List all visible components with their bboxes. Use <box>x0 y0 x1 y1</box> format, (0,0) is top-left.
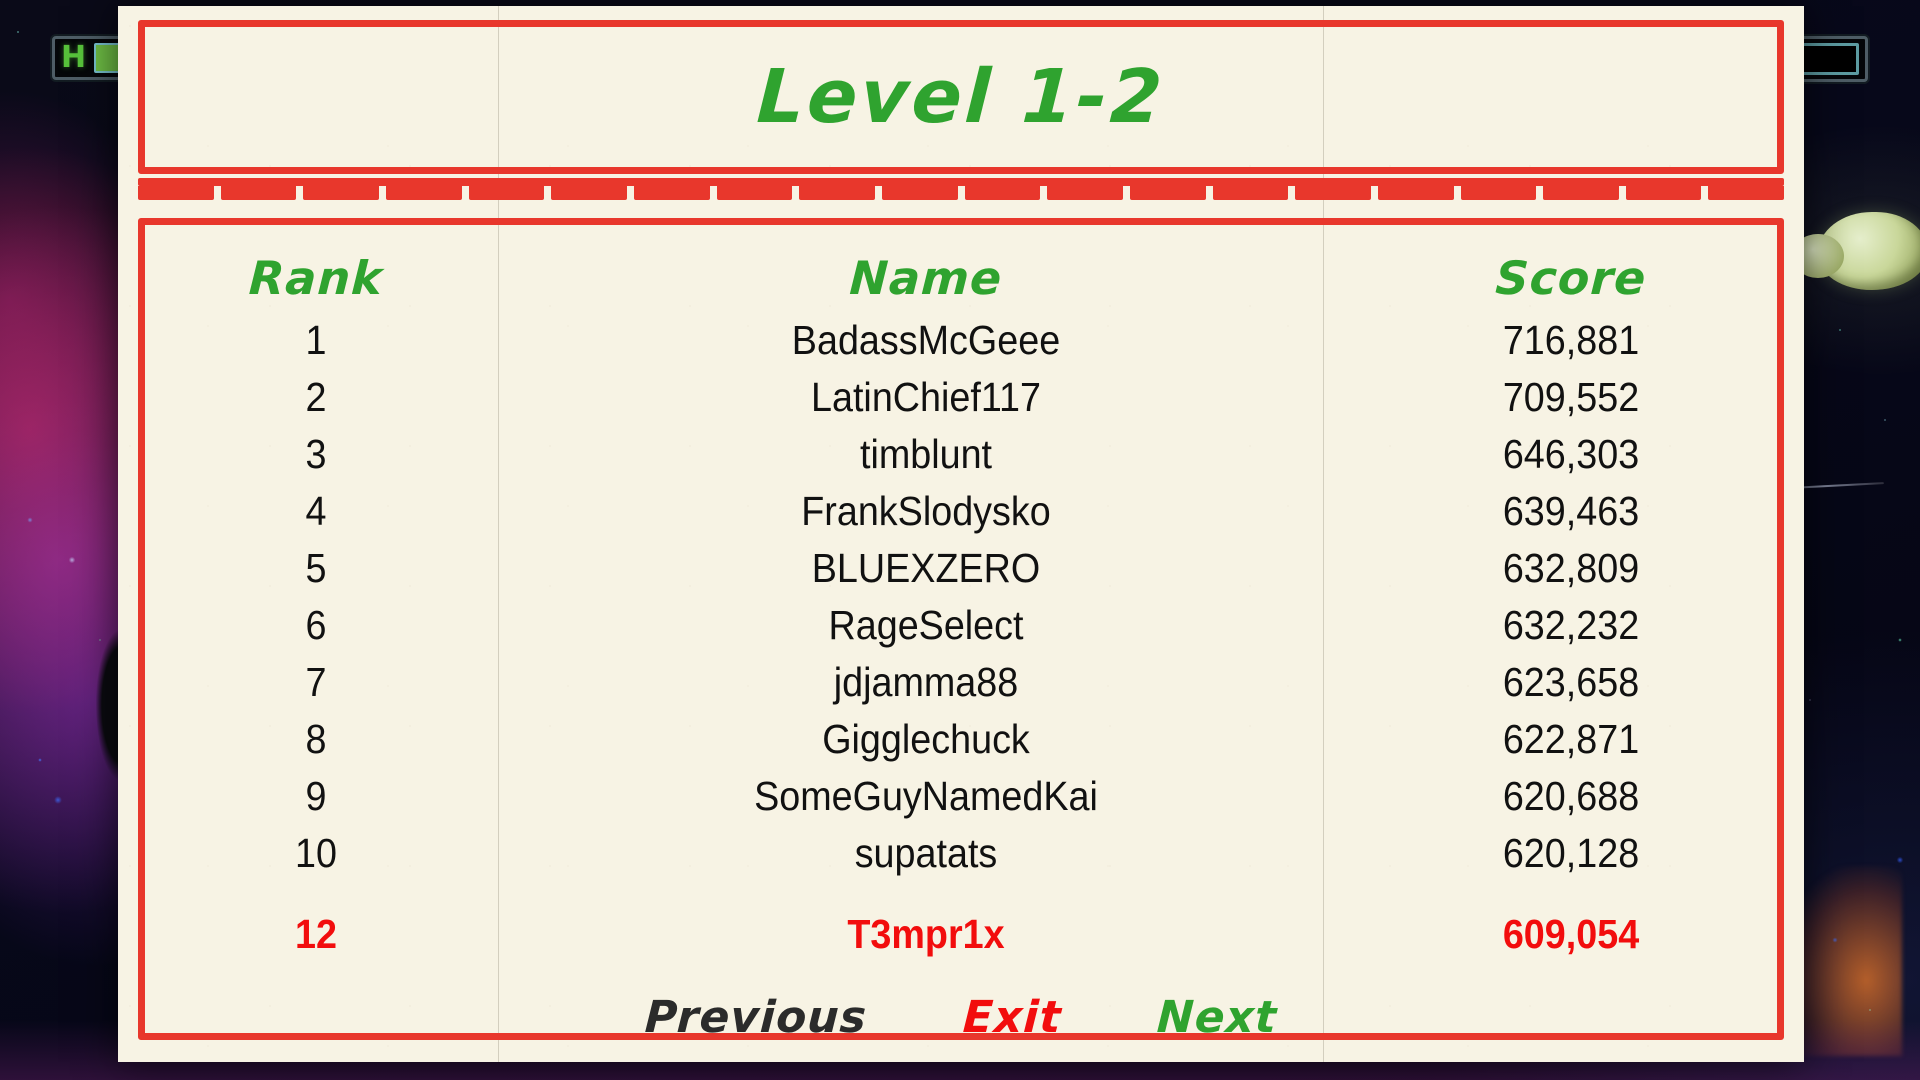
cell-name: jdjamma88 <box>833 659 1019 705</box>
table-row: 5 BLUEXZERO 632,809 <box>166 540 1756 597</box>
table-row: 10 supatats 620,128 <box>166 825 1756 882</box>
cell-rank: 4 <box>305 488 327 534</box>
player-rank: 12 <box>295 911 337 957</box>
cell-name: Gigglechuck <box>822 716 1030 762</box>
cell-name: timblunt <box>859 431 993 477</box>
player-name: T3mpr1x <box>847 911 1005 957</box>
player-score: 609,054 <box>1502 911 1640 957</box>
cell-score: 632,809 <box>1502 545 1640 591</box>
table-header-row: Rank Name Score <box>166 244 1756 312</box>
header-score: Score <box>1494 251 1648 305</box>
table-row: 7 jdjamma88 623,658 <box>166 654 1756 711</box>
table-row: 9 SomeGuyNamedKai 620,688 <box>166 768 1756 825</box>
cell-score: 620,128 <box>1502 830 1640 876</box>
cell-name: BadassMcGeee <box>791 317 1061 363</box>
cell-rank: 10 <box>295 830 337 876</box>
table-row: 2 LatinChief117 709,552 <box>166 369 1756 426</box>
cell-score: 623,658 <box>1502 659 1640 705</box>
cell-rank: 1 <box>305 317 327 363</box>
cell-score: 716,881 <box>1502 317 1640 363</box>
cell-rank: 6 <box>305 602 327 648</box>
cell-rank: 7 <box>305 659 327 705</box>
header-rank: Rank <box>247 251 385 305</box>
table-row: 8 Gigglechuck 622,871 <box>166 711 1756 768</box>
table-row: 4 FrankSlodysko 639,463 <box>166 483 1756 540</box>
cell-name: RageSelect <box>828 602 1024 648</box>
table-row: 6 RageSelect 632,232 <box>166 597 1756 654</box>
cell-rank: 8 <box>305 716 327 762</box>
page-title: Level 1-2 <box>754 54 1168 140</box>
title-box: Level 1-2 <box>138 20 1784 174</box>
navigation-bar: Previous Exit Next <box>166 982 1756 1052</box>
table-row: 3 timblunt 646,303 <box>166 426 1756 483</box>
cell-name: LatinChief117 <box>811 374 1041 420</box>
cell-score: 620,688 <box>1502 773 1640 819</box>
next-button[interactable]: Next <box>1156 992 1279 1043</box>
cell-name: SomeGuyNamedKai <box>754 773 1098 819</box>
cell-score: 639,463 <box>1502 488 1640 534</box>
cell-name: FrankSlodysko <box>801 488 1051 534</box>
cell-score: 646,303 <box>1502 431 1640 477</box>
health-letter: H <box>61 40 87 75</box>
player-score-row: 12 T3mpr1x 609,054 <box>166 906 1756 963</box>
header-name: Name <box>848 251 1004 305</box>
castellated-divider <box>138 178 1785 206</box>
cell-rank: 9 <box>305 773 327 819</box>
cell-name: supatats <box>854 830 998 876</box>
table-row: 1 BadassMcGeee 716,881 <box>166 312 1756 369</box>
cell-score: 709,552 <box>1502 374 1640 420</box>
previous-button[interactable]: Previous <box>643 992 868 1043</box>
exit-button[interactable]: Exit <box>961 992 1062 1043</box>
divider-teeth <box>138 186 1785 206</box>
planet-decoration <box>1792 212 1920 290</box>
cell-rank: 5 <box>305 545 327 591</box>
cell-rank: 3 <box>305 431 327 477</box>
cell-score: 632,232 <box>1502 602 1640 648</box>
divider-line <box>138 178 1784 186</box>
cell-score: 622,871 <box>1502 716 1640 762</box>
leaderboard-table: Rank Name Score 1 BadassMcGeee 716,881 2… <box>166 244 1756 1022</box>
cell-rank: 2 <box>305 374 327 420</box>
leaderboard-panel: Level 1-2 Rank Name Score 1 BadassMcGeee… <box>118 6 1804 1062</box>
cell-name: BLUEXZERO <box>811 545 1041 591</box>
